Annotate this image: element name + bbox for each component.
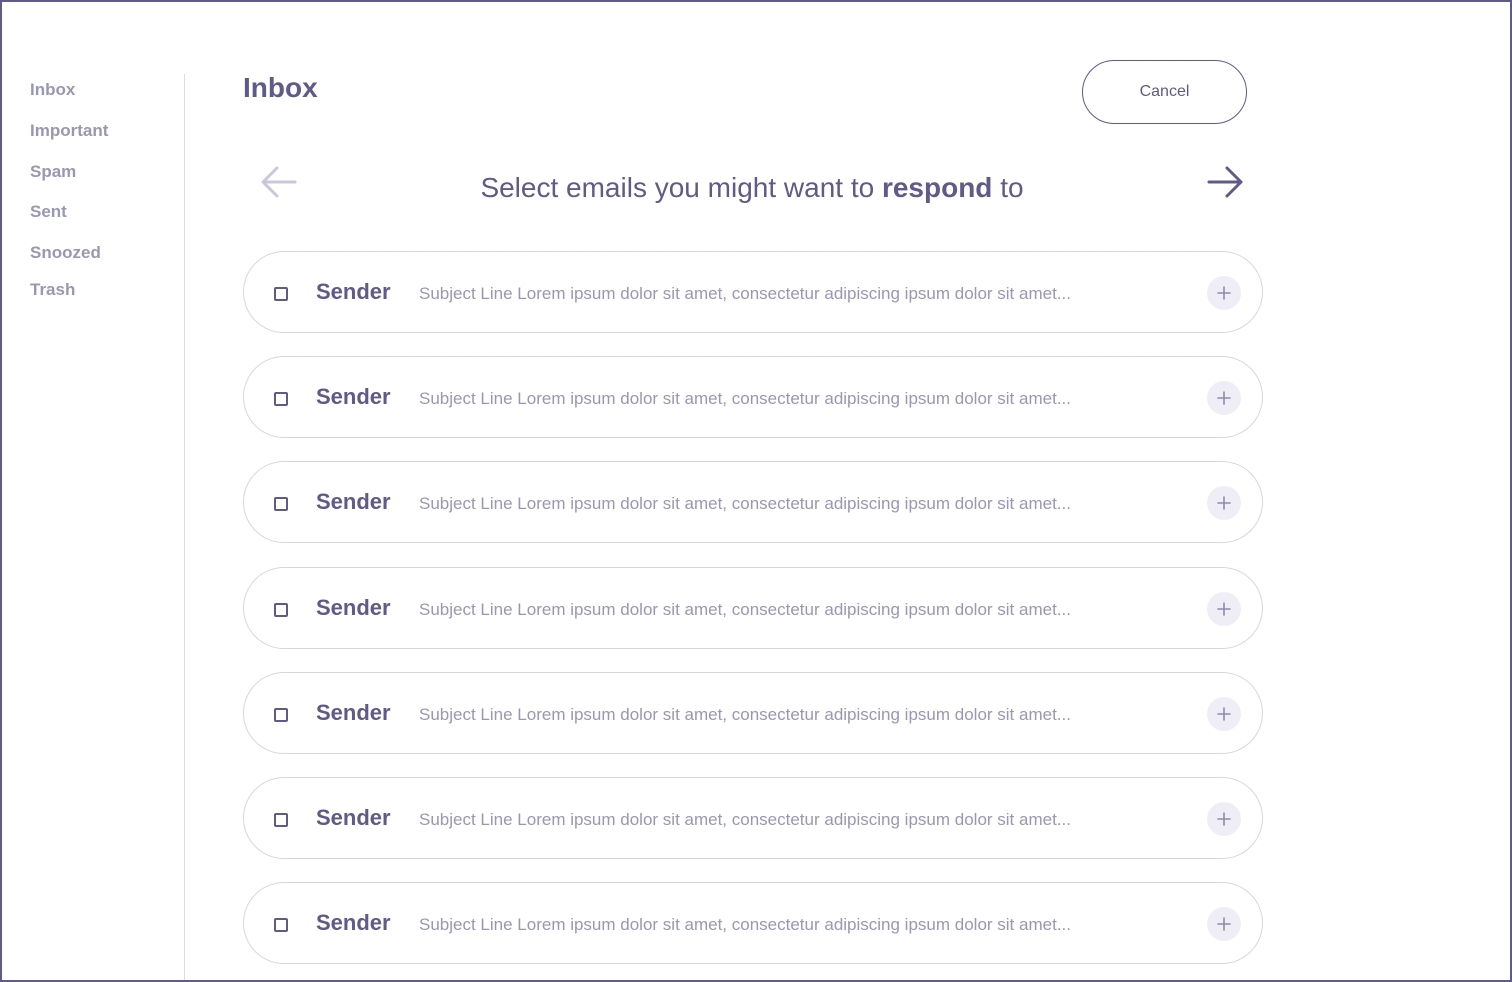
add-button[interactable] <box>1207 907 1241 942</box>
email-checkbox[interactable] <box>274 812 288 827</box>
prompt-text-emphasis: respond <box>881 172 993 203</box>
email-row[interactable]: Sender Subject Line Lorem ipsum dolor si… <box>243 251 1263 333</box>
email-sender: Sender <box>316 910 391 936</box>
email-subject: Subject Line Lorem ipsum dolor sit amet,… <box>419 284 1071 303</box>
email-sender: Sender <box>316 279 391 304</box>
email-subject: Subject Line Lorem ipsum dolor sit amet,… <box>419 389 1071 409</box>
email-row[interactable]: Sender Subject Line Lorem ipsum dolor si… <box>243 776 1263 859</box>
email-sender: Sender <box>316 804 391 830</box>
email-row[interactable]: Sender Subject Line Lorem ipsum dolor si… <box>243 566 1263 649</box>
email-list: Sender Subject Line Lorem ipsum dolor si… <box>243 251 1263 980</box>
page-title: Inbox <box>243 72 318 103</box>
email-sender: Sender <box>316 489 391 515</box>
add-button[interactable] <box>1207 276 1241 310</box>
prompt-text-after: to <box>992 172 1024 203</box>
sidebar-divider <box>184 74 185 980</box>
sidebar-item-spam[interactable]: Spam <box>30 162 76 182</box>
email-row[interactable]: Sender Subject Line Lorem ipsum dolor si… <box>243 882 1263 965</box>
email-subject: Subject Line Lorem ipsum dolor sit amet,… <box>419 915 1071 935</box>
email-sender: Sender <box>316 699 391 725</box>
forward-button[interactable] <box>1205 162 1245 202</box>
sidebar: Inbox Important Spam Sent Snoozed Trash <box>2 2 185 980</box>
plus-icon <box>1217 706 1231 721</box>
instruction-prompt: Select emails you might want to respond … <box>242 172 1262 204</box>
email-row[interactable]: Sender Subject Line Lorem ipsum dolor si… <box>243 671 1263 754</box>
prompt-text-before: Select emails you might want to <box>480 172 882 203</box>
email-subject: Subject Line Lorem ipsum dolor sit amet,… <box>419 599 1071 619</box>
email-checkbox[interactable] <box>274 707 288 722</box>
sidebar-item-trash[interactable]: Trash <box>30 280 75 300</box>
sidebar-item-inbox[interactable]: Inbox <box>30 80 75 100</box>
add-button[interactable] <box>1207 801 1241 836</box>
email-checkbox[interactable] <box>274 392 288 407</box>
email-checkbox[interactable] <box>274 918 288 933</box>
email-checkbox[interactable] <box>274 602 288 617</box>
arrow-right-icon <box>1207 166 1243 198</box>
add-button[interactable] <box>1207 486 1241 521</box>
plus-icon <box>1217 496 1231 511</box>
plus-icon <box>1217 601 1231 616</box>
email-checkbox[interactable] <box>274 497 288 512</box>
add-button[interactable] <box>1207 381 1241 416</box>
sidebar-item-sent[interactable]: Sent <box>30 202 67 222</box>
email-subject: Subject Line Lorem ipsum dolor sit amet,… <box>419 809 1071 829</box>
sidebar-item-important[interactable]: Important <box>30 121 108 141</box>
email-sender: Sender <box>316 384 391 410</box>
add-button[interactable] <box>1207 696 1241 731</box>
add-button[interactable] <box>1207 591 1241 626</box>
plus-icon <box>1217 812 1231 826</box>
email-subject: Subject Line Lorem ipsum dolor sit amet,… <box>419 494 1071 514</box>
sidebar-item-snoozed[interactable]: Snoozed <box>30 243 101 263</box>
plus-icon <box>1217 917 1231 931</box>
email-row[interactable]: Sender Subject Line Lorem ipsum dolor si… <box>243 356 1263 439</box>
email-row[interactable]: Sender Subject Line Lorem ipsum dolor si… <box>243 461 1263 544</box>
plus-icon <box>1217 391 1231 405</box>
plus-icon <box>1217 286 1231 300</box>
cancel-button[interactable]: Cancel <box>1082 60 1247 124</box>
email-subject: Subject Line Lorem ipsum dolor sit amet,… <box>419 704 1071 724</box>
app-window: Inbox Important Spam Sent Snoozed Trash … <box>0 0 1512 982</box>
email-sender: Sender <box>316 594 391 620</box>
email-checkbox[interactable] <box>274 287 288 301</box>
